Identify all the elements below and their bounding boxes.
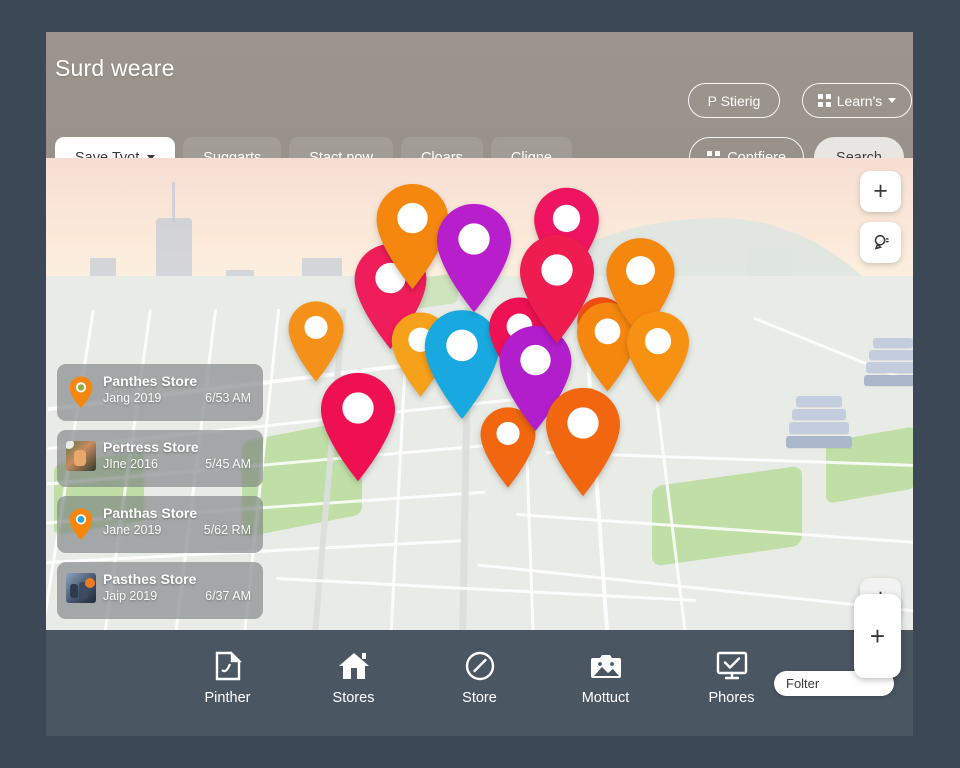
place-time: 5/62 RM	[203, 523, 251, 537]
app-window: Surd weare P Stierig Learn's Save Tyot S…	[46, 32, 913, 736]
nav-item-phores-label: Phores	[708, 690, 755, 706]
place-time: 6/37 AM	[205, 589, 251, 603]
image-mountain-icon	[569, 646, 643, 686]
nav-item-mottuct[interactable]: Mottuct	[569, 646, 643, 706]
home-icon	[317, 646, 391, 686]
monitor-check-icon	[695, 646, 769, 686]
photo-thumbnail	[66, 441, 96, 475]
plus-icon: +	[869, 620, 886, 651]
place-time: 5/45 AM	[205, 457, 251, 471]
place-name: Pasthes Store	[103, 571, 197, 587]
page-title: Surd weare	[55, 55, 175, 81]
document-edit-icon	[191, 646, 265, 686]
nav-item-stores[interactable]: Stores	[317, 646, 391, 706]
sharing-button[interactable]: P Stierig	[688, 83, 780, 118]
bottom-navigation-bar: Pinther Stores Store Mottuct Phores Folt…	[46, 594, 913, 736]
place-date: Jang 2019	[103, 391, 162, 405]
layers-dropdown[interactable]: Learn's	[802, 83, 912, 118]
map-pin[interactable]	[623, 310, 693, 404]
place-name: Pertress Store	[103, 439, 199, 455]
place-date: JIne 2016	[103, 457, 158, 471]
map-canvas[interactable]: + + Panthes Store	[46, 158, 913, 630]
place-name: Panthes Store	[103, 373, 198, 389]
map-pin-orange-icon	[66, 375, 96, 409]
skyline-spire	[172, 182, 175, 222]
filter-chip-label: Folter	[786, 676, 820, 691]
explore-magnifier-icon	[874, 234, 889, 250]
list-item[interactable]: Pasthes Store Jaip 2019 6/37 AM	[57, 562, 263, 619]
place-date: Jaip 2019	[103, 589, 158, 603]
nav-item-phores[interactable]: Phores	[695, 646, 769, 706]
map-pin-orange-icon	[66, 507, 96, 541]
nav-item-store-label: Store	[462, 690, 497, 706]
list-item[interactable]: Panthas Store Jane 2019 5/62 RM	[57, 496, 263, 553]
place-date: Jane 2019	[103, 523, 162, 537]
nav-item-pinther-label: Pinther	[204, 690, 251, 706]
chevron-down-icon	[888, 98, 897, 103]
place-list: Panthes Store Jang 2019 6/53 AM Pertress…	[57, 364, 263, 628]
place-name: Panthas Store	[103, 505, 198, 521]
pagoda-building	[864, 338, 913, 388]
add-button[interactable]: +	[854, 594, 901, 678]
map-zoom-in-button[interactable]: +	[860, 171, 901, 212]
nav-item-store[interactable]: Store	[443, 646, 517, 706]
nav-item-stores-label: Stores	[332, 690, 375, 706]
grid-icon	[817, 94, 831, 107]
photo-thumbnail	[66, 573, 96, 607]
place-time: 6/53 AM	[205, 391, 251, 405]
sharing-button-label: P Stierig	[707, 92, 761, 109]
app-header: Surd weare P Stierig Learn's Save Tyot S…	[46, 32, 913, 178]
map-pin[interactable]	[316, 371, 400, 483]
nav-item-mottuct-label: Mottuct	[581, 690, 630, 706]
list-item[interactable]: Pertress Store JIne 2016 5/45 AM	[57, 430, 263, 487]
map-pin[interactable]	[541, 386, 625, 498]
layers-dropdown-label: Learn's	[836, 92, 883, 109]
nav-item-pinther[interactable]: Pinther	[191, 646, 265, 706]
pagoda-building	[786, 396, 852, 450]
list-item[interactable]: Panthes Store Jang 2019 6/53 AM	[57, 364, 263, 421]
map-explore-button[interactable]	[860, 222, 901, 263]
circle-slash-icon	[443, 646, 517, 686]
plus-icon: +	[873, 177, 888, 205]
